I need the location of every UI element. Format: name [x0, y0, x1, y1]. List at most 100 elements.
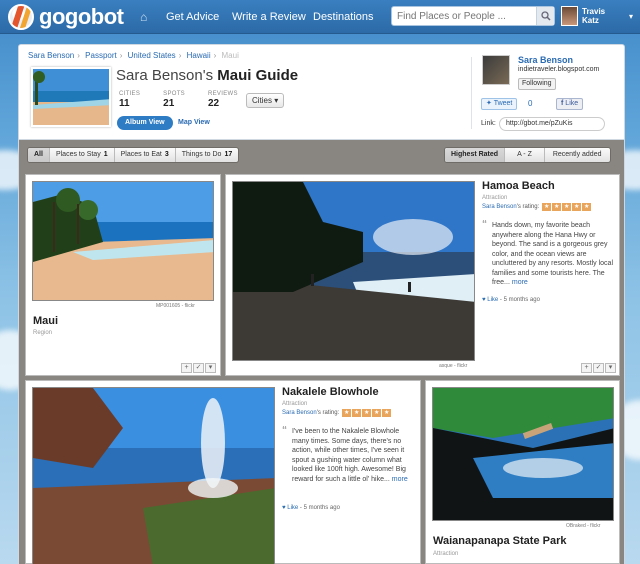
breadcrumb-passport[interactable]: Passport: [85, 51, 117, 60]
star-icon: ★: [582, 203, 592, 211]
filter-things-to-do[interactable]: Things to Do 17: [176, 148, 238, 162]
rating-owner-link[interactable]: Sara Benson: [282, 410, 317, 416]
stat-spots: SPOTS 21: [163, 91, 185, 109]
place-title[interactable]: Hamoa Beach: [482, 180, 555, 192]
nav-get-advice[interactable]: Get Advice: [166, 11, 219, 23]
breadcrumb-sara-benson[interactable]: Sara Benson: [28, 51, 74, 60]
like-link[interactable]: Like: [287, 505, 298, 511]
tweet-count: 0: [528, 99, 533, 108]
filter-places-to-stay[interactable]: Places to Stay 1: [50, 148, 115, 162]
place-title[interactable]: Maui: [33, 315, 58, 327]
check-icon[interactable]: ✓: [593, 363, 604, 373]
hamoa-beach-photo[interactable]: [232, 181, 475, 361]
search-box: [391, 6, 555, 26]
home-icon[interactable]: ⌂: [140, 10, 147, 24]
facebook-icon: f: [561, 100, 564, 107]
owner-avatar[interactable]: [482, 55, 510, 85]
sort-recently-added[interactable]: Recently added: [545, 148, 610, 162]
add-icon[interactable]: +: [581, 363, 592, 373]
star-icon: ★: [342, 409, 352, 417]
gogobot-logo[interactable]: gogobot: [8, 4, 124, 30]
place-card-waianapanapa[interactable]: OBraked - flickr Waianapanapa State Park…: [425, 380, 620, 564]
map-view-link[interactable]: Map View: [178, 119, 210, 126]
breadcrumb: Sara Benson › Passport › United States › Ha…: [28, 51, 239, 60]
maui-photo[interactable]: [32, 181, 214, 301]
user-last-name: Katz: [582, 16, 599, 25]
owner-rating: Sara Benson's rating: ★ ★ ★ ★ ★: [482, 203, 592, 211]
page-title: Sara Benson's Maui Guide: [116, 67, 298, 84]
sort-highest-rated[interactable]: Highest Rated: [445, 148, 506, 162]
place-type: Attraction: [433, 551, 459, 557]
owner-name-link[interactable]: Sara Benson: [518, 55, 573, 65]
review-text: I've been to the Nakalele Blowhole many …: [292, 428, 408, 483]
card-actions: + ✓ ▾: [580, 363, 616, 373]
bookmark-icon[interactable]: ▾: [205, 363, 216, 373]
bookmark-icon[interactable]: ▾: [605, 363, 616, 373]
rating-owner-link[interactable]: Sara Benson: [482, 204, 517, 210]
search-button[interactable]: [536, 7, 554, 25]
review-text: Hands down, my favorite beach anywhere a…: [492, 222, 613, 286]
user-first-name: Travis: [582, 7, 606, 16]
balloon-logo-icon: [8, 4, 34, 30]
photo-credit: OBraked - flickr: [566, 523, 601, 529]
rating-stars: ★ ★ ★ ★ ★: [541, 203, 592, 211]
place-title[interactable]: Nakalele Blowhole: [282, 386, 379, 398]
nakalele-blowhole-photo[interactable]: [32, 387, 275, 564]
short-link-field[interactable]: http://gbot.me/pZuKis: [499, 117, 605, 131]
cities-dropdown[interactable]: Cities ▾: [246, 93, 285, 108]
star-icon: ★: [572, 203, 582, 211]
stat-reviews: REVIEWS 22: [207, 91, 238, 109]
user-menu[interactable]: Travis Katz: [582, 7, 605, 25]
guide-header: Sara Benson › Passport › United States › Ha…: [18, 44, 625, 140]
user-menu-chevron-down-icon[interactable]: ▾: [629, 12, 633, 21]
link-label: Link:: [481, 120, 496, 127]
nav-write-review[interactable]: Write a Review: [232, 11, 306, 23]
logo-text: gogobot: [39, 4, 124, 29]
like-heart-icon[interactable]: ♥: [482, 297, 486, 303]
like-heart-icon[interactable]: ♥: [282, 505, 286, 511]
star-icon: ★: [552, 203, 562, 211]
filter-toolbar: All Places to Stay 1 Places to Eat 3 Thing…: [18, 140, 625, 170]
waianapanapa-photo[interactable]: [432, 387, 614, 521]
star-icon: ★: [372, 409, 382, 417]
guide-owner: Sara Benson's: [116, 67, 214, 84]
facebook-like-button[interactable]: f Like: [556, 98, 584, 110]
following-button[interactable]: Following: [518, 78, 556, 90]
divider: [471, 57, 472, 129]
star-icon: ★: [362, 409, 372, 417]
twitter-icon: ✦: [486, 100, 492, 107]
star-icon: ★: [542, 203, 552, 211]
owner-rating: Sara Benson's rating: ★ ★ ★ ★ ★: [282, 409, 392, 417]
photo-credit: MP001605 - flickr: [156, 303, 195, 309]
top-nav-bar: gogobot ⌂ Get Advice Write a Review Dest…: [0, 0, 640, 34]
rating-stars: ★ ★ ★ ★ ★: [341, 409, 392, 417]
sort-a-z[interactable]: A - Z: [505, 148, 545, 162]
place-title[interactable]: Waianapanapa State Park: [433, 535, 566, 547]
guide-content-grid: MP001605 - flickr Maui Region + ✓ ▾ asque …: [18, 170, 625, 564]
like-link[interactable]: Like: [487, 297, 498, 303]
guide-cover-photo[interactable]: [31, 67, 111, 127]
breadcrumb-hawaii[interactable]: Hawaii: [187, 51, 211, 60]
place-type: Region: [33, 330, 53, 336]
more-link[interactable]: more: [392, 476, 408, 483]
more-link[interactable]: more: [512, 279, 528, 286]
chevron-down-icon: ▾: [274, 96, 279, 105]
owner-website-link[interactable]: indietraveler.blogspot.com: [518, 66, 599, 73]
check-icon[interactable]: ✓: [193, 363, 204, 373]
place-type: Attraction: [482, 195, 508, 201]
album-view-button[interactable]: Album View: [117, 116, 173, 130]
card-actions: + ✓ ▾: [180, 363, 216, 373]
guide-stats: CITIES 11 SPOTS 21 REVIEWS 22: [119, 91, 261, 109]
breadcrumb-united-states[interactable]: United States: [128, 51, 176, 60]
place-card-nakalele-blowhole[interactable]: Nakalele Blowhole Attraction Sara Benson…: [25, 380, 421, 564]
filter-places-to-eat[interactable]: Places to Eat 3: [115, 148, 176, 162]
add-icon[interactable]: +: [181, 363, 192, 373]
tweet-button[interactable]: ✦ Tweet: [481, 98, 518, 110]
place-card-maui[interactable]: MP001605 - flickr Maui Region + ✓ ▾: [25, 174, 221, 376]
user-avatar[interactable]: [561, 6, 578, 26]
place-card-hamoa-beach[interactable]: asque - flickr Hamoa Beach Attraction Sa…: [225, 174, 620, 376]
filter-all[interactable]: All: [28, 148, 50, 162]
nav-destinations[interactable]: Destinations: [313, 11, 374, 23]
search-input[interactable]: [392, 7, 537, 25]
guide-name: Maui Guide: [217, 67, 299, 84]
